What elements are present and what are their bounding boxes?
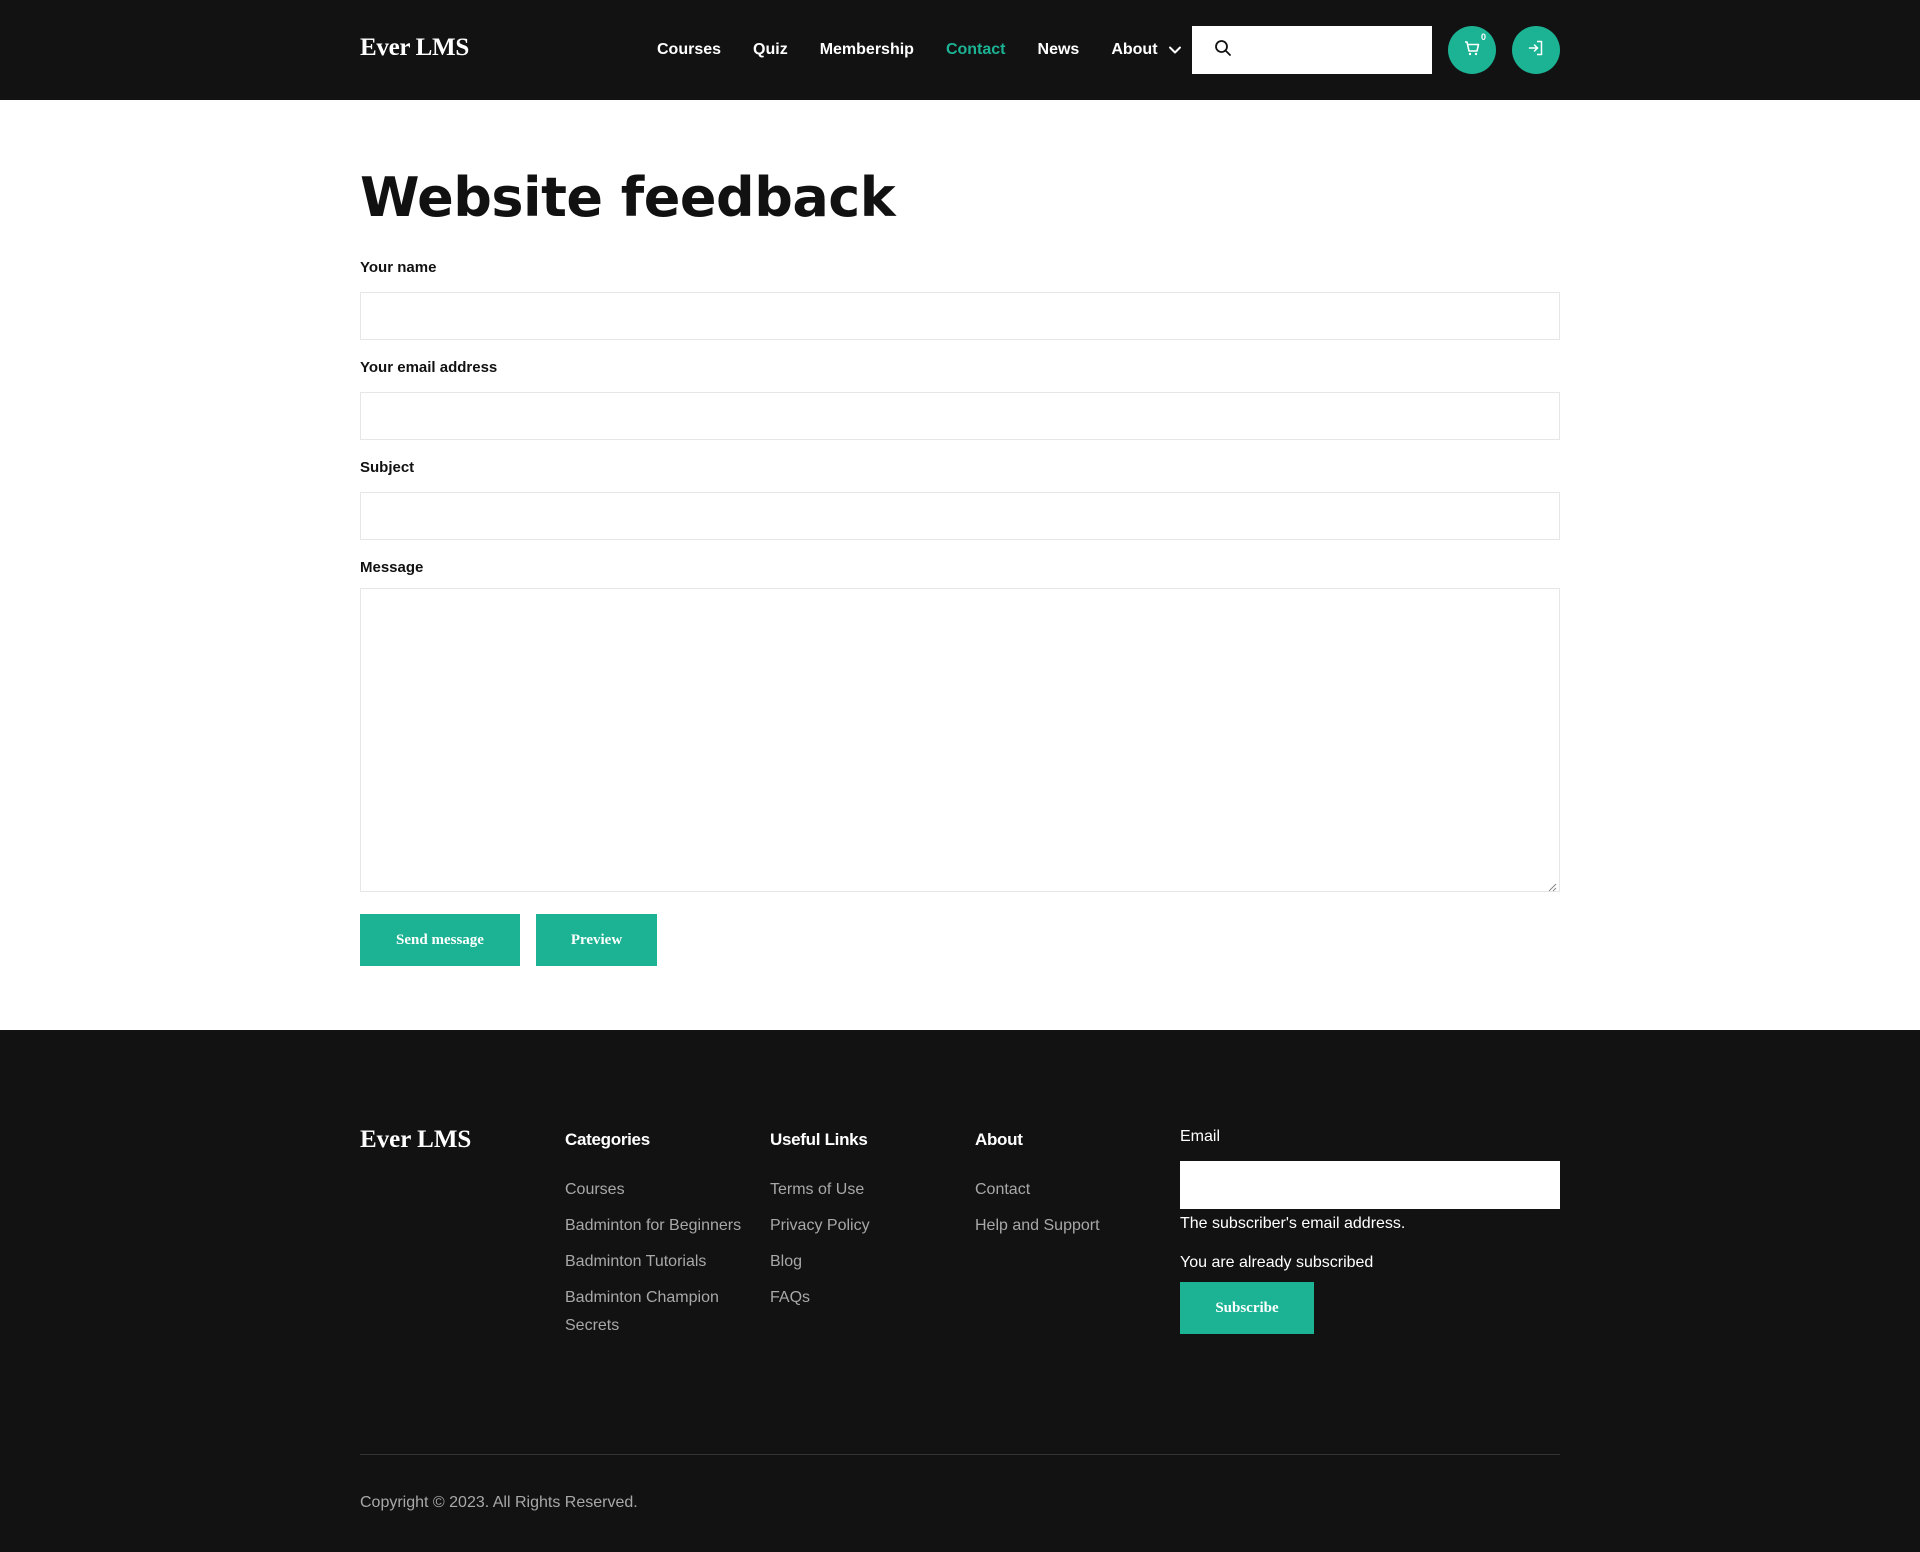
nav-news[interactable]: News (1038, 41, 1080, 59)
footer-link-privacy[interactable]: Privacy Policy (770, 1212, 950, 1240)
footer-about-title: About (975, 1130, 1023, 1149)
footer-useful-links-title: Useful Links (770, 1130, 868, 1149)
footer-divider (360, 1454, 1560, 1455)
site-logo[interactable]: Ever LMS (360, 34, 469, 62)
footer-link-contact[interactable]: Contact (975, 1176, 1155, 1204)
footer-link-help[interactable]: Help and Support (975, 1212, 1155, 1240)
email-field[interactable] (360, 392, 1560, 440)
chevron-down-icon[interactable] (1168, 43, 1182, 57)
footer-link-badminton-champion[interactable]: Badminton Champion Secrets (565, 1284, 745, 1340)
site-header: Ever LMS Courses Quiz Membership Contact… (0, 0, 1920, 100)
subscribe-help-text: The subscriber's email address. (1180, 1215, 1406, 1232)
footer-categories-title: Categories (565, 1130, 650, 1149)
footer-link-blog[interactable]: Blog (770, 1248, 950, 1276)
footer-useful-links: Useful Links Terms of Use Privacy Policy… (770, 1130, 950, 1320)
message-field[interactable] (360, 588, 1560, 892)
nav-membership[interactable]: Membership (820, 41, 914, 59)
subscribe-status: You are already subscribed (1180, 1254, 1374, 1271)
name-field[interactable] (360, 292, 1560, 340)
nav-courses[interactable]: Courses (657, 41, 721, 59)
main-nav: Courses Quiz Membership Contact News Abo… (657, 0, 1214, 100)
nav-about[interactable]: About (1111, 41, 1181, 59)
footer-link-courses[interactable]: Courses (565, 1176, 745, 1204)
footer-link-terms[interactable]: Terms of Use (770, 1176, 950, 1204)
footer-categories: Categories Courses Badminton for Beginne… (565, 1130, 745, 1348)
search-icon (1214, 39, 1232, 62)
cart-icon (1463, 39, 1481, 62)
footer-link-badminton-tutorials[interactable]: Badminton Tutorials (565, 1248, 745, 1276)
footer-link-faqs[interactable]: FAQs (770, 1284, 950, 1312)
cart-button[interactable]: 0 (1448, 26, 1496, 74)
subject-field[interactable] (360, 492, 1560, 540)
footer-logo[interactable]: Ever LMS (360, 1126, 471, 1154)
login-icon (1527, 39, 1545, 62)
nav-quiz[interactable]: Quiz (753, 41, 788, 59)
subscribe-email-label: Email (1180, 1128, 1221, 1145)
cart-count-badge: 0 (1480, 32, 1486, 42)
name-label: Your name (360, 259, 437, 276)
copyright-text: Copyright © 2023. All Rights Reserved. (360, 1494, 638, 1511)
login-button[interactable] (1512, 26, 1560, 74)
nav-about-label: About (1111, 41, 1158, 58)
subscribe-button[interactable]: Subscribe (1180, 1282, 1314, 1334)
email-label: Your email address (360, 359, 498, 376)
page-title: Website feedback (360, 166, 896, 229)
subscribe-email-field[interactable] (1180, 1161, 1560, 1209)
resize-handle-icon[interactable] (1547, 879, 1557, 892)
nav-contact[interactable]: Contact (946, 41, 1006, 59)
site-footer: Ever LMS Categories Courses Badminton fo… (0, 1030, 1920, 1552)
search-input[interactable] (1192, 26, 1432, 74)
footer-about: About Contact Help and Support (975, 1130, 1155, 1248)
message-label: Message (360, 559, 424, 576)
footer-link-badminton-beginners[interactable]: Badminton for Beginners (565, 1212, 745, 1240)
main-content: Website feedback Your name Your email ad… (0, 100, 1920, 1030)
subject-label: Subject (360, 459, 415, 476)
send-message-button[interactable]: Send message (360, 914, 520, 966)
preview-button[interactable]: Preview (536, 914, 657, 966)
